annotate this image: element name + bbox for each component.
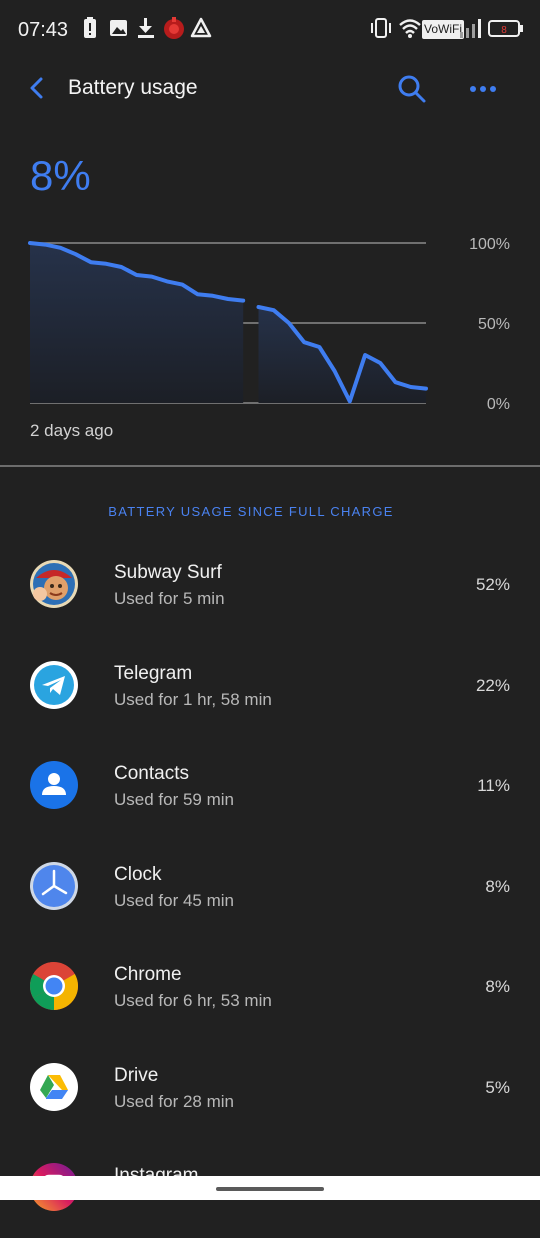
back-arrow-icon[interactable] [24, 74, 52, 102]
app-usage-percent: 11% [477, 776, 510, 795]
app-usage-list: Subway Surf Used for 5 min 52% Telegram … [0, 534, 540, 1238]
divider [0, 465, 540, 467]
navigation-bar [0, 1176, 540, 1200]
battery-percent: 8% [30, 152, 91, 199]
app-row-subway-surf[interactable]: Subway Surf Used for 5 min 52% [0, 534, 540, 635]
signal-icon [460, 19, 481, 38]
vibrate-icon [371, 18, 391, 38]
app-row-drive[interactable]: Drive Used for 28 min 5% [0, 1037, 540, 1138]
app-usage-percent: 8% [485, 876, 510, 896]
app-name: Clock [114, 863, 162, 885]
app-name: Telegram [114, 662, 193, 684]
app-usage-time: Used for 28 min [114, 1091, 234, 1111]
chart-start-label: 2 days ago [30, 421, 114, 440]
app-name: Contacts [114, 763, 189, 784]
app-usage-percent: 52% [475, 575, 510, 594]
chart-area-segment [30, 243, 244, 403]
telegram-icon [30, 660, 78, 709]
download-icon [138, 18, 154, 38]
app-usage-time: Used for 5 min [114, 589, 225, 608]
app-usage-time: Used for 59 min [114, 790, 234, 809]
clock-icon [30, 861, 78, 910]
app-usage-time: Used for 45 min [114, 890, 234, 910]
app-usage-percent: 22% [475, 675, 510, 695]
drive-icon [30, 1062, 78, 1111]
app-name: Subway Surf [114, 562, 222, 583]
status-bar: 07:43 VoWiFi 8 [0, 0, 540, 62]
app-usage-percent: 8% [485, 977, 510, 996]
status-time: 07:43 [18, 19, 69, 41]
app-usage-percent: 5% [485, 1077, 510, 1097]
app-row-chrome[interactable]: Chrome Used for 6 hr, 53 min 8% [0, 936, 540, 1037]
app-usage-time: Used for 1 hr, 58 min [114, 689, 272, 709]
app-row-contacts[interactable]: Contacts Used for 59 min 11% [0, 735, 540, 836]
more-options-icon[interactable] [468, 76, 498, 102]
app-name: Chrome [114, 964, 182, 985]
app-row-telegram[interactable]: Telegram Used for 1 hr, 58 min 22% [0, 635, 540, 736]
game-genie-icon [164, 17, 184, 39]
battery-usage-chart: 100% 50% 0% [28, 236, 510, 413]
y-tick-label: 0% [487, 396, 510, 413]
app-row-clock[interactable]: Clock Used for 45 min 8% [0, 836, 540, 937]
section-header: BATTERY USAGE SINCE FULL CHARGE [108, 504, 394, 519]
y-tick-label: 100% [469, 236, 510, 253]
chrome-icon [30, 962, 78, 1010]
search-icon[interactable] [396, 73, 428, 105]
battery-level-text: 8 [501, 25, 507, 36]
triangle-app-icon [190, 17, 212, 38]
y-tick-label: 50% [478, 316, 510, 333]
gesture-handle[interactable] [216, 1187, 324, 1191]
page-title: Battery usage [68, 76, 198, 99]
battery-alert-icon [84, 17, 96, 38]
subway-surf-icon [30, 560, 78, 608]
battery-icon: 8 [488, 20, 523, 37]
app-bar: Battery usage [0, 62, 540, 116]
wifi-icon [399, 19, 421, 38]
app-usage-time: Used for 6 hr, 53 min [114, 991, 272, 1010]
app-name: Drive [114, 1064, 159, 1086]
gallery-icon [110, 20, 127, 36]
contacts-icon [30, 761, 78, 809]
